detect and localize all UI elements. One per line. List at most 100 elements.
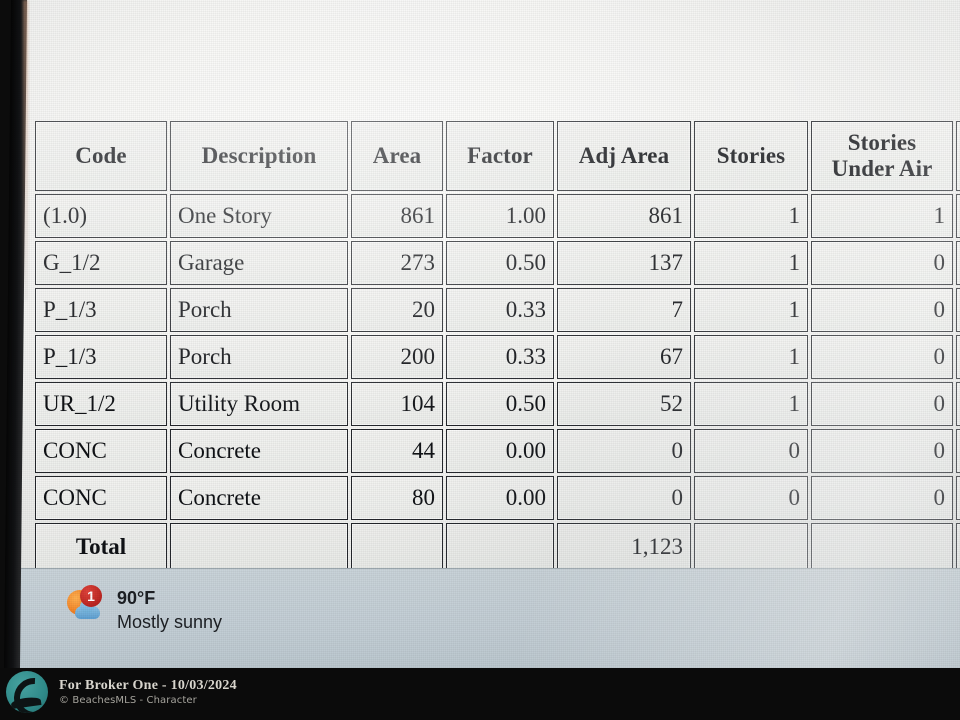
cell-adj-area: 861 [557,194,691,238]
column-header-code[interactable]: Code [35,121,167,191]
cell-under-air-area: 861 [956,194,960,238]
cell-adj-area: 7 [557,288,691,332]
cell-description: Porch [170,335,348,379]
cell-stories-under-air: 0 [811,382,953,426]
cell-stories: 1 [694,194,808,238]
cell-factor: 1.00 [446,194,554,238]
stories-under-air-line-1: Stories [847,130,917,155]
table-row: (1.0)One Story8611.0086111861 [35,194,960,238]
footer-text-block: For Broker One - 10/03/2024 © BeachesMLS… [59,678,237,707]
table-body: (1.0)One Story8611.0086111861G_1/2Garage… [35,194,960,571]
cell-code: CONC [35,476,167,520]
table-header: Code Description Area Factor Adj Area St… [35,121,960,191]
cell-stories-under-air: 0 [811,241,953,285]
cloud-icon [75,600,100,619]
table-row: P_1/3Porch200.337100 [35,288,960,332]
screenshot-root: Code Description Area Factor Adj Area St… [0,0,960,720]
cell-area [351,523,443,571]
bezel-reflection [23,0,28,300]
table-row: UR_1/2Utility Room1040.5052100 [35,382,960,426]
cell-under-air-area: 0 [956,476,960,520]
cell-code: Total [35,523,167,571]
weather-widget[interactable]: 1 90°F Mostly sunny [66,585,222,635]
cell-adj-area: 0 [557,476,691,520]
cell-stories: 0 [694,476,808,520]
building-area-table-container: Code Description Area Factor Adj Area St… [32,118,960,574]
cell-area: 44 [351,429,443,473]
cell-description: Utility Room [170,382,348,426]
cell-area: 273 [351,241,443,285]
cell-factor: 0.00 [446,429,554,473]
cell-code: UR_1/2 [35,382,167,426]
cell-under-air-area: 0 [956,382,960,426]
cell-factor: 0.33 [446,288,554,332]
cell-stories [694,523,808,571]
cell-factor: 0.50 [446,382,554,426]
cell-stories: 1 [694,241,808,285]
building-area-table: Code Description Area Factor Adj Area St… [32,118,960,574]
notification-badge[interactable]: 1 [80,585,102,607]
column-header-adj-area[interactable]: Adj Area [557,121,691,191]
cell-under-air-area: 0 [956,429,960,473]
table-header-row: Code Description Area Factor Adj Area St… [35,121,960,191]
cell-under-air-area: 0 [956,335,960,379]
table-row: CONCConcrete440.000000 [35,429,960,473]
cell-area: 104 [351,382,443,426]
weather-text: 90°F Mostly sunny [117,585,222,635]
cell-stories: 1 [694,382,808,426]
monitor-screen-panel: Code Description Area Factor Adj Area St… [4,0,960,669]
windows-taskbar: 1 90°F Mostly sunny [11,568,960,669]
cell-factor: 0.33 [446,335,554,379]
watermark-footer-bar: For Broker One - 10/03/2024 © BeachesMLS… [0,668,960,720]
cell-stories-under-air: 0 [811,429,953,473]
cell-under-air-area: 0 [956,288,960,332]
cell-code: (1.0) [35,194,167,238]
column-header-stories-under-air[interactable]: Stories Under Air [811,121,953,191]
footer-content: For Broker One - 10/03/2024 © BeachesMLS… [6,671,237,713]
column-header-under-air-area[interactable]: Under Air Area [956,121,960,191]
cell-description: Garage [170,241,348,285]
weather-temperature: 90°F [117,588,156,608]
cell-code: P_1/3 [35,335,167,379]
cell-description: Concrete [170,429,348,473]
cell-factor [446,523,554,571]
cell-stories-under-air: 0 [811,476,953,520]
cell-adj-area: 67 [557,335,691,379]
cell-stories-under-air [811,523,953,571]
cell-stories: 1 [694,288,808,332]
beaches-mls-logo-icon [6,671,48,713]
column-header-stories[interactable]: Stories [694,121,808,191]
cell-adj-area: 0 [557,429,691,473]
cell-area: 80 [351,476,443,520]
cell-description: Porch [170,288,348,332]
cell-area: 20 [351,288,443,332]
cell-under-air-area: 0 [956,241,960,285]
column-header-area[interactable]: Area [351,121,443,191]
footer-subtitle: © BeachesMLS - Character [59,695,197,707]
cell-adj-area: 52 [557,382,691,426]
cell-area: 861 [351,194,443,238]
footer-title: For Broker One - 10/03/2024 [59,677,237,693]
cell-description [170,523,348,571]
table-row: P_1/3Porch2000.3367100 [35,335,960,379]
cell-stories: 0 [694,429,808,473]
cell-code: G_1/2 [35,241,167,285]
cell-code: P_1/3 [35,288,167,332]
cell-stories: 1 [694,335,808,379]
table-row: CONCConcrete800.000000 [35,476,960,520]
sun-cloud-icon: 1 [66,585,106,625]
stories-under-air-line-2: Under Air [831,156,933,181]
column-header-factor[interactable]: Factor [446,121,554,191]
cell-stories-under-air: 1 [811,194,953,238]
column-header-description[interactable]: Description [170,121,348,191]
cell-code: CONC [35,429,167,473]
cell-factor: 0.50 [446,241,554,285]
cell-description: One Story [170,194,348,238]
cell-adj-area: 137 [557,241,691,285]
cell-adj-area: 1,123 [557,523,691,571]
cell-factor: 0.00 [446,476,554,520]
cell-area: 200 [351,335,443,379]
cell-under-air-area: 861 [956,523,960,571]
table-row: G_1/2Garage2730.50137100 [35,241,960,285]
weather-condition: Mostly sunny [117,612,223,632]
